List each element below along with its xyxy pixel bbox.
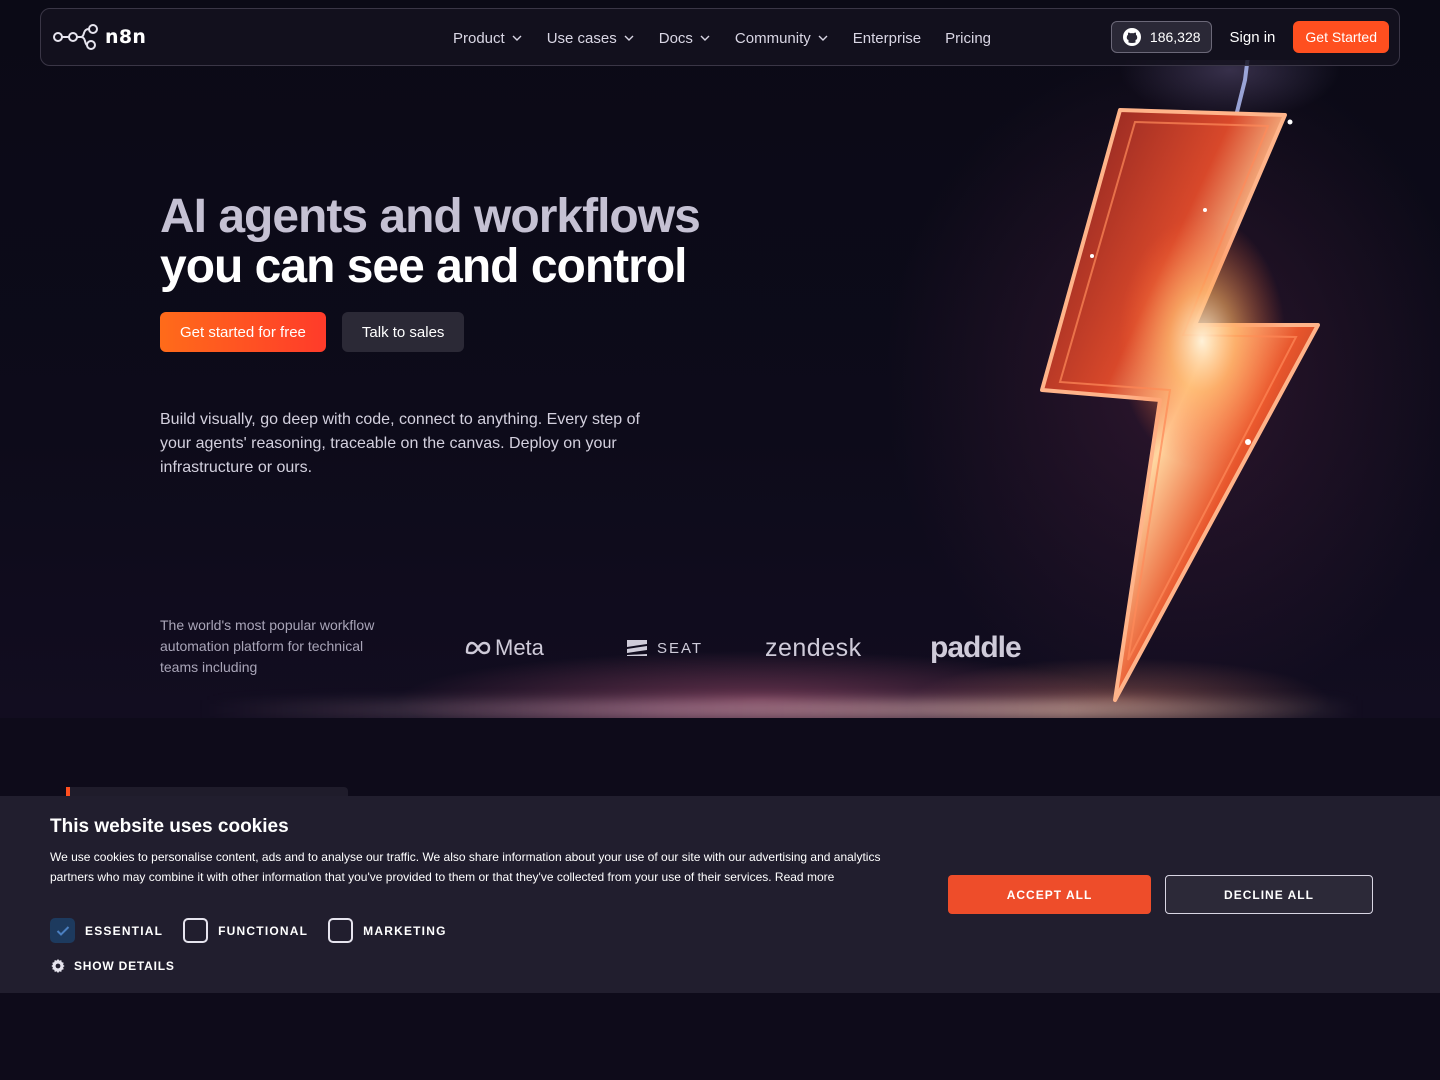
checkmark-icon: [56, 925, 69, 936]
nav-item-community[interactable]: Community: [735, 30, 829, 47]
nav-actions: 186,328 Sign in Get Started: [1110, 21, 1389, 53]
essential-checkbox[interactable]: ESSENTIAL: [50, 918, 163, 943]
top-navbar: n8n Product Use cases Docs Community Ent…: [40, 8, 1400, 66]
nav-item-product[interactable]: Product: [453, 30, 523, 47]
nav-item-pricing[interactable]: Pricing: [945, 30, 991, 47]
paddle-logo: paddle: [930, 631, 1050, 665]
gear-icon: [51, 959, 65, 973]
nav-item-docs[interactable]: Docs: [659, 30, 711, 47]
n8n-logo-icon: [53, 24, 98, 50]
checkbox-checked-icon[interactable]: [50, 918, 75, 943]
essential-label: ESSENTIAL: [85, 923, 164, 938]
marketing-checkbox[interactable]: MARKETING: [328, 918, 446, 943]
meta-logo-text: Meta: [495, 635, 544, 660]
checkbox-unchecked-icon[interactable]: [183, 918, 209, 943]
github-icon: [1122, 28, 1141, 46]
nav-label: Use cases: [546, 29, 617, 47]
github-stars-button[interactable]: 186,328: [1110, 21, 1212, 53]
nav-links: Product Use cases Docs Community Enterpr…: [453, 9, 991, 67]
nav-label: Pricing: [945, 29, 992, 47]
cookie-banner: This website uses cookies We use cookies…: [0, 796, 1440, 993]
meta-logo: Meta: [465, 635, 625, 661]
nav-item-use-cases[interactable]: Use cases: [547, 30, 635, 47]
sign-in-link[interactable]: Sign in: [1230, 29, 1276, 46]
hero-cta-row: Get started for free Talk to sales: [160, 312, 465, 352]
trust-text: The world's most popular workflow automa…: [160, 617, 375, 675]
nav-item-enterprise[interactable]: Enterprise: [853, 30, 921, 47]
chevron-down-icon: [624, 35, 634, 41]
github-star-count: 186,328: [1149, 29, 1201, 45]
zendesk-logo-text: zendesk: [765, 633, 862, 662]
lightning-bolt-illustration: [1040, 60, 1340, 702]
get-started-free-button[interactable]: Get started for free: [160, 312, 326, 352]
checkbox-unchecked-icon[interactable]: [328, 918, 354, 943]
page: n8n Product Use cases Docs Community Ent…: [0, 0, 1440, 1080]
seat-logo: SEAT: [625, 638, 765, 658]
nav-label: Product: [453, 29, 505, 47]
decline-all-button[interactable]: DECLINE ALL: [1165, 875, 1373, 914]
nav-label: Community: [734, 29, 811, 47]
n8n-logo[interactable]: n8n: [53, 23, 146, 51]
zendesk-logo: zendesk: [765, 634, 930, 663]
meta-infinity-icon: [465, 641, 491, 655]
nav-label: Docs: [658, 29, 693, 47]
customer-logos: Meta SEAT zendesk paddle: [465, 628, 1050, 668]
get-started-button[interactable]: Get Started: [1293, 21, 1389, 53]
nav-label: Enterprise: [852, 29, 922, 47]
accept-all-button[interactable]: ACCEPT ALL: [948, 875, 1151, 914]
cookie-description: We use cookies to personalise content, a…: [50, 850, 881, 884]
cookie-title: This website uses cookies: [50, 816, 289, 837]
headline-line-1: AI agents and workflows: [160, 190, 701, 243]
chevron-down-icon: [818, 35, 828, 41]
show-details-label: SHOW DETAILS: [74, 959, 175, 973]
seat-logo-text: SEAT: [657, 639, 704, 657]
seat-emblem-icon: [627, 640, 647, 656]
functional-label: FUNCTIONAL: [218, 923, 309, 938]
functional-checkbox[interactable]: FUNCTIONAL: [183, 918, 308, 943]
talk-to-sales-button[interactable]: Talk to sales: [341, 312, 465, 352]
paddle-logo-text: paddle: [930, 631, 1022, 664]
chevron-down-icon: [700, 35, 710, 41]
cookie-category-checkboxes: ESSENTIAL FUNCTIONAL MARKETING: [50, 918, 447, 943]
chevron-down-icon: [512, 35, 522, 41]
show-details-toggle[interactable]: SHOW DETAILS: [50, 958, 175, 974]
headline-line-2: you can see and control: [160, 240, 687, 293]
hero-subtitle: Build visually, go deep with code, conne…: [160, 411, 640, 476]
hero-headline: AI agents and workflows you can see and …: [160, 190, 701, 293]
logo-text: n8n: [105, 26, 147, 48]
marketing-label: MARKETING: [363, 923, 447, 938]
